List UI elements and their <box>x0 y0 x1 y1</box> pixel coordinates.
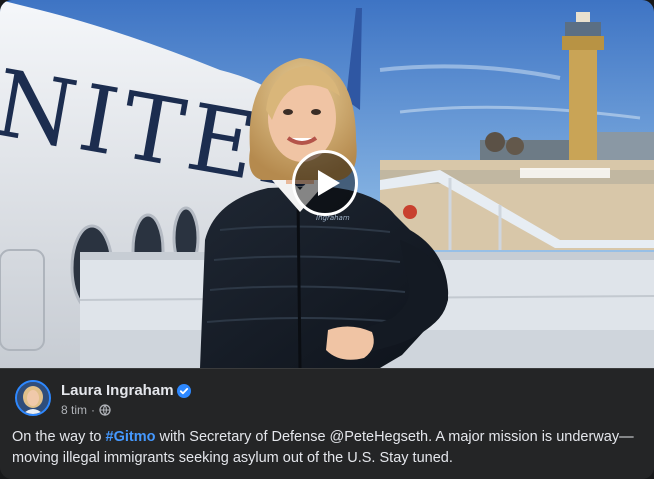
post-timestamp[interactable]: 8 tim <box>61 403 87 417</box>
hashtag-link[interactable]: #Gitmo <box>106 429 156 445</box>
play-button[interactable] <box>292 150 358 216</box>
post-text-start: On the way to <box>12 429 106 445</box>
post-card: NITED Ingraham Laura Ingraham 8 tim · On… <box>0 0 654 479</box>
post-info: Laura Ingraham 8 tim · On the way to #Gi… <box>0 368 654 479</box>
verified-badge-icon <box>177 384 191 398</box>
play-icon <box>318 170 340 196</box>
video-thumbnail[interactable]: NITED Ingraham <box>0 0 654 368</box>
avatar-image <box>17 382 49 414</box>
post-text: On the way to #Gitmo with Secretary of D… <box>12 427 646 469</box>
author-name[interactable]: Laura Ingraham <box>61 382 174 399</box>
post-meta: 8 tim · <box>61 403 111 417</box>
meta-separator: · <box>91 403 96 417</box>
globe-icon[interactable] <box>99 404 111 416</box>
avatar[interactable] <box>15 380 51 416</box>
